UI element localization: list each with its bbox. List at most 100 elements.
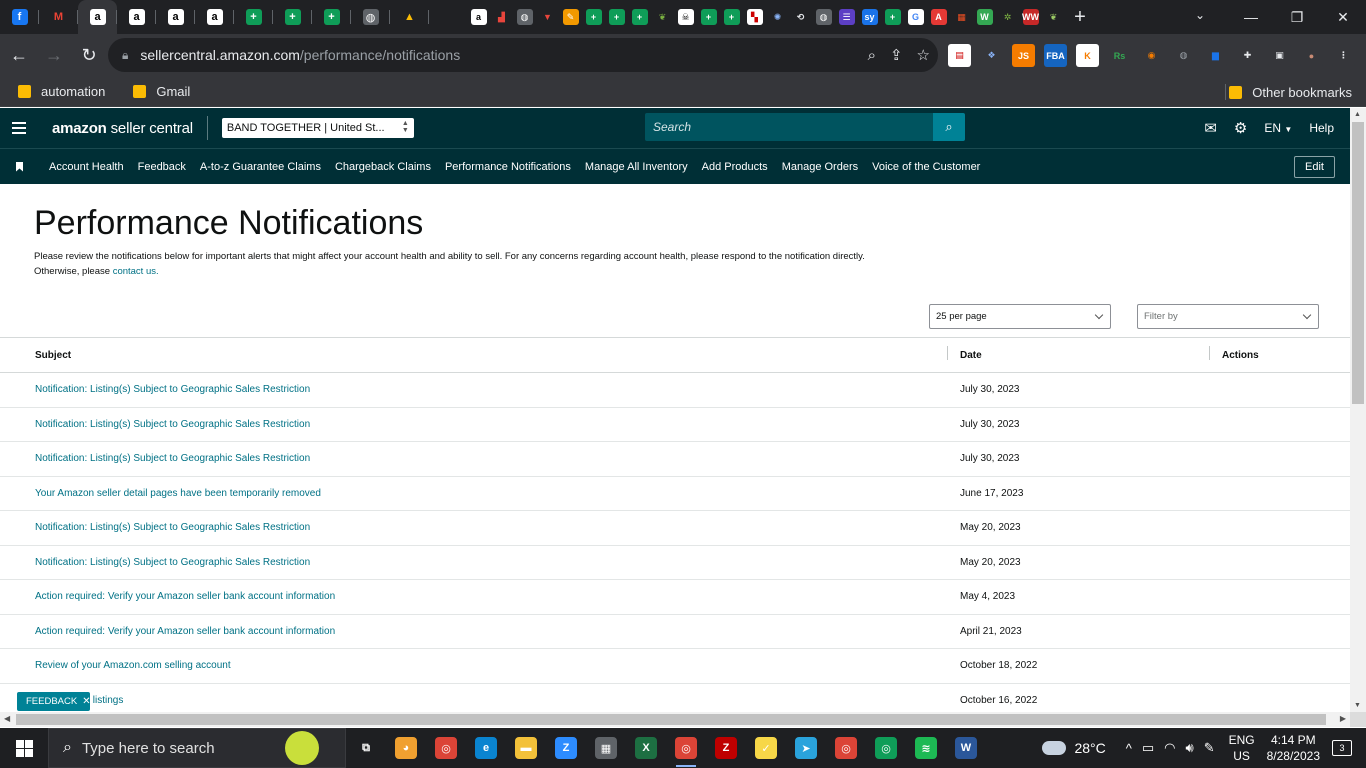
pinned-tab[interactable]: ❦ — [651, 0, 674, 34]
forward-icon[interactable]: → — [38, 40, 70, 72]
pinned-tab[interactable]: a — [467, 0, 490, 34]
taskbar-app[interactable]: e — [466, 728, 506, 768]
bookmark-icon[interactable] — [16, 161, 23, 172]
volume-icon[interactable]: 🔊︎ — [1185, 740, 1193, 756]
notification-subject-link[interactable]: Review of your Amazon.com selling accoun… — [35, 660, 231, 671]
dropbox-icon[interactable]: ❖ — [980, 44, 1003, 67]
contact-us-link[interactable]: contact us. — [113, 266, 159, 277]
sidepanel-icon[interactable]: ▣ — [1268, 44, 1291, 67]
scrollbar-thumb[interactable] — [1352, 122, 1364, 404]
column-header-subject[interactable]: Subject — [35, 350, 71, 361]
pinned-tab[interactable]: ▟ — [490, 0, 513, 34]
help-link[interactable]: Help — [1309, 121, 1334, 135]
taskbar-app[interactable]: ◕ — [386, 728, 426, 768]
maximize-icon[interactable]: ❐ — [1274, 0, 1320, 34]
pinned-tab[interactable]: + — [697, 0, 720, 34]
taskbar-app[interactable]: ▬ — [506, 728, 546, 768]
windows-start-icon[interactable] — [0, 728, 48, 768]
tab-search-icon[interactable]: ⌄ — [1195, 8, 1205, 22]
hamburger-menu-icon[interactable] — [12, 122, 26, 134]
notification-subject-link[interactable]: Your Amazon seller detail pages have bee… — [35, 488, 321, 499]
kebab-menu-icon[interactable]: ⋮ — [1332, 44, 1355, 67]
nav-link-feedback[interactable]: Feedback — [138, 161, 186, 173]
scroll-right-icon[interactable]: ▶ — [1340, 714, 1346, 723]
notification-subject-link[interactable]: Notification: Listing(s) Subject to Geog… — [35, 557, 310, 568]
clock[interactable]: 4:14 PM 8/28/2023 — [1267, 732, 1320, 764]
taskbar-app[interactable]: ◎ — [426, 728, 466, 768]
notification-subject-link[interactable]: Action required: Verify your Amazon sell… — [35, 626, 335, 637]
pinned-tab[interactable]: ◍ — [812, 0, 835, 34]
notification-subject-link[interactable]: Notification: Listing(s) Subject to Geog… — [35, 453, 310, 464]
pen-icon[interactable]: ✎ — [1204, 740, 1215, 756]
rs-icon[interactable]: Rs — [1108, 44, 1131, 67]
back-icon[interactable]: ← — [3, 40, 35, 72]
pinned-tab[interactable]: ❦ — [1042, 0, 1065, 34]
pinned-tab[interactable]: + — [720, 0, 743, 34]
taskbar-app[interactable]: ◎ — [826, 728, 866, 768]
pinned-tab[interactable]: WW — [1019, 0, 1042, 34]
browser-tab[interactable]: f — [0, 0, 39, 34]
pinned-tab[interactable]: ▦ — [950, 0, 973, 34]
column-header-date[interactable]: Date — [960, 350, 982, 361]
horizontal-scrollbar[interactable]: ◀ ▶ — [0, 712, 1350, 727]
taskbar-app[interactable]: ⧉ — [346, 728, 386, 768]
scroll-left-icon[interactable]: ◀ — [4, 714, 10, 723]
scroll-down-icon[interactable]: ▼ — [1354, 702, 1361, 709]
battery-icon[interactable]: ▭ — [1142, 740, 1154, 756]
wifi-icon[interactable]: ◠ — [1164, 740, 1175, 756]
browser-tab[interactable]: a — [117, 0, 156, 34]
input-language[interactable]: ENG US — [1229, 732, 1255, 764]
taskbar-app[interactable]: ≋ — [906, 728, 946, 768]
bars-icon[interactable]: ▆ — [1204, 44, 1227, 67]
taskbar-app[interactable]: X — [626, 728, 666, 768]
bookmark-folder-gmail[interactable]: Gmail — [133, 84, 190, 99]
mail-icon[interactable]: ✉ — [1204, 119, 1217, 137]
close-window-icon[interactable]: ✕ — [1320, 0, 1366, 34]
browser-tab[interactable]: a — [156, 0, 195, 34]
filter-select[interactable]: Filter by — [1137, 304, 1319, 329]
pinned-tab[interactable]: + — [881, 0, 904, 34]
taskbar-app[interactable]: ◎ — [666, 728, 706, 768]
browser-tab[interactable]: a — [78, 0, 117, 34]
close-icon[interactable]: ✕ — [82, 696, 90, 707]
pinned-tab[interactable]: ◍ — [513, 0, 536, 34]
pinned-tab[interactable]: ☠ — [674, 0, 697, 34]
notification-center-icon[interactable]: 3 — [1332, 740, 1352, 756]
bookmark-folder-automation[interactable]: automation — [18, 84, 105, 99]
taskbar-app[interactable]: Z — [546, 728, 586, 768]
browser-tab[interactable]: ▲ — [390, 0, 429, 34]
zoom-icon[interactable]: ⌕ — [868, 47, 876, 64]
column-divider[interactable] — [947, 346, 948, 360]
search-input[interactable]: Search — [645, 113, 933, 141]
nav-link-add-products[interactable]: Add Products — [702, 161, 768, 173]
globe-icon[interactable]: ◍ — [1172, 44, 1195, 67]
bookmark-star-icon[interactable]: ☆ — [917, 46, 930, 64]
other-bookmarks[interactable]: Other bookmarks — [1229, 77, 1352, 107]
scroll-up-icon[interactable]: ▲ — [1354, 111, 1361, 118]
taskbar-app[interactable]: W — [946, 728, 986, 768]
taskbar-app[interactable]: ▦ — [586, 728, 626, 768]
taskbar-app[interactable]: Z — [706, 728, 746, 768]
nav-link-manage-orders[interactable]: Manage Orders — [782, 161, 858, 173]
pinned-tab[interactable]: ▚ — [743, 0, 766, 34]
nav-link-voice-of-the-customer[interactable]: Voice of the Customer — [872, 161, 980, 173]
new-tab-button[interactable]: + — [1065, 6, 1095, 29]
address-bar[interactable]: 🔒︎ sellercentral.amazon.com/performance/… — [108, 38, 938, 72]
share-icon[interactable]: ⇪ — [890, 46, 903, 64]
column-divider[interactable] — [1209, 346, 1210, 360]
taskbar-app[interactable]: ◎ — [866, 728, 906, 768]
lock-icon[interactable]: 🔒︎ — [122, 48, 128, 63]
browser-tab[interactable]: M — [39, 0, 78, 34]
pinned-tab[interactable]: + — [605, 0, 628, 34]
minimize-icon[interactable]: — — [1228, 0, 1274, 34]
reload-icon[interactable]: ↻ — [73, 40, 105, 72]
pinned-tab[interactable]: A — [927, 0, 950, 34]
search-icon[interactable]: ⌕ — [933, 113, 965, 141]
notification-subject-link[interactable]: Notification: Listing(s) Subject to Geog… — [35, 384, 310, 395]
pinned-tab[interactable]: ☰ — [835, 0, 858, 34]
edit-button[interactable]: Edit — [1294, 156, 1335, 178]
per-page-select[interactable]: 25 per page — [929, 304, 1111, 329]
feedback-button[interactable]: FEEDBACK ✕ — [17, 692, 91, 711]
pinned-tab[interactable]: + — [582, 0, 605, 34]
pinned-tab[interactable]: ▼ — [536, 0, 559, 34]
